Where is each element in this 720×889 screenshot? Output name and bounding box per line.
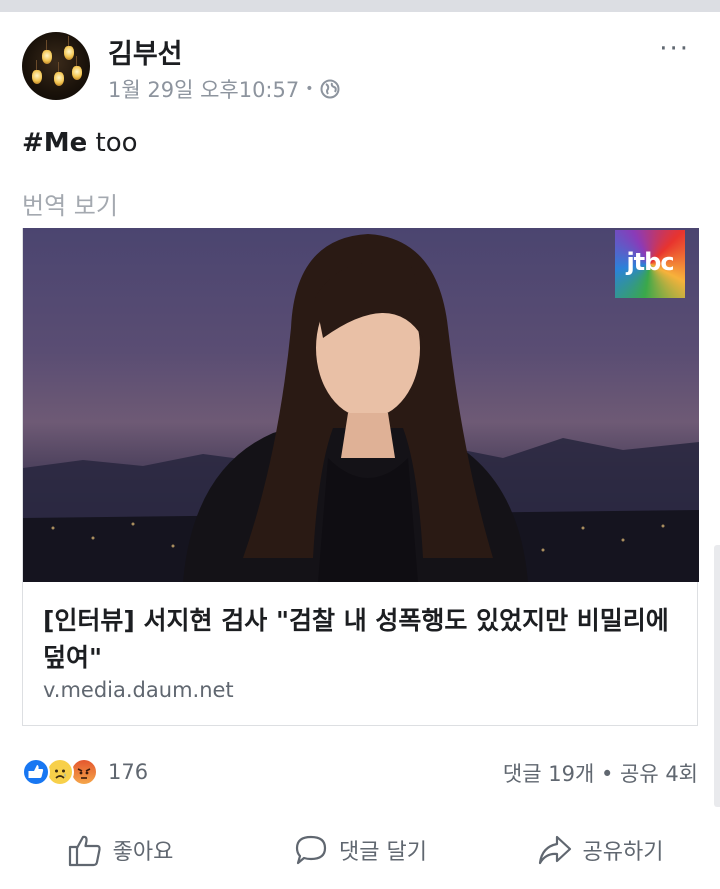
news-anchor-image (23, 234, 699, 582)
angry-icon (70, 758, 98, 786)
reactions-summary[interactable]: 176 (22, 758, 148, 786)
like-button-label: 좋아요 (112, 840, 174, 865)
post-meta: 1월 29일 오후10:57 • (108, 74, 340, 104)
author-name[interactable]: 김부선 (108, 32, 183, 71)
comment-button-label: 댓글 달기 (339, 840, 427, 865)
link-title[interactable]: [인터뷰] 서지현 검사 "검찰 내 성폭행도 있었지만 비밀리에 덮여" (43, 602, 683, 676)
post-actions-bar: 좋아요 댓글 달기 공유하기 (0, 820, 720, 880)
post-text: #Me too (22, 128, 138, 158)
see-translation-link[interactable]: 번역 보기 (22, 186, 118, 221)
hashtag-link[interactable]: #Me (22, 128, 87, 158)
post-timestamp[interactable]: 1월 29일 오후10:57 (108, 74, 299, 104)
avatar-lamp (72, 56, 82, 80)
post-stats: 176 댓글 19개 • 공유 4회 (22, 756, 698, 790)
globe-icon[interactable] (320, 79, 340, 99)
avatar-lamp (32, 60, 42, 84)
top-strip (0, 0, 720, 12)
more-options-icon[interactable]: ··· (659, 34, 690, 64)
comment-button[interactable]: 댓글 달기 (240, 820, 480, 880)
post-header: 김부선 1월 29일 오후10:57 • ··· (22, 30, 698, 102)
scroll-edge[interactable] (714, 545, 720, 807)
post-text-rest: too (87, 128, 138, 158)
avatar-lamp (64, 36, 74, 60)
thumbs-up-icon (68, 835, 101, 867)
like-button[interactable]: 좋아요 (0, 820, 240, 880)
meta-separator: • (305, 81, 314, 97)
share-button[interactable]: 공유하기 (480, 820, 720, 880)
comments-shares-count[interactable]: 댓글 19개 • 공유 4회 (503, 758, 698, 788)
comment-icon (295, 835, 327, 865)
avatar-lamp (54, 62, 64, 86)
link-domain: v.media.daum.net (43, 678, 234, 702)
avatar-lamp (42, 40, 52, 64)
share-button-label: 공유하기 (582, 840, 664, 865)
avatar[interactable] (22, 32, 90, 100)
reaction-count: 176 (108, 760, 149, 784)
link-preview-card[interactable]: jtbc [인터뷰] 서지현 검사 "검찰 내 성폭행도 있었지만 비밀리에 덮… (22, 228, 699, 726)
link-thumbnail[interactable]: jtbc (23, 228, 699, 582)
sad-icon (46, 758, 74, 786)
share-icon (538, 835, 571, 865)
jtbc-logo: jtbc (615, 230, 685, 298)
jtbc-logo-text: jtbc (626, 248, 674, 276)
like-icon (22, 758, 50, 786)
